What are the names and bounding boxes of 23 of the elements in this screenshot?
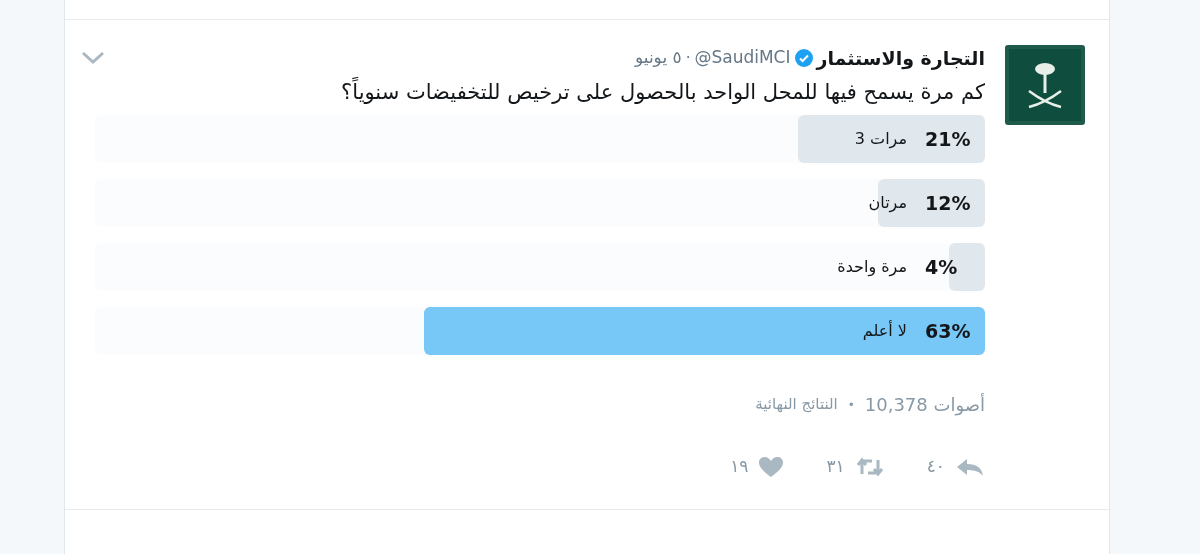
poll-percent: 21% [925, 126, 971, 152]
like-button[interactable]: ١٩ [730, 454, 785, 480]
separator-dot: · [685, 47, 691, 69]
poll-percent: 12% [925, 190, 971, 216]
poll-option-label: مرتان [868, 192, 907, 215]
reply-button[interactable]: ٤٠ [926, 454, 985, 480]
separator-dot: • [847, 396, 855, 414]
avatar-logo[interactable] [1005, 45, 1085, 125]
poll-option-label: مرة واحدة [837, 256, 907, 279]
retweet-icon [854, 456, 885, 477]
vote-count: أصوات 10,378 [864, 392, 985, 418]
poll-option-label: مرات 3 [854, 128, 907, 151]
poll-status: النتائج النهائية [755, 394, 838, 416]
reply-icon [955, 456, 985, 477]
author-name[interactable]: التجارة والاستثمار [816, 43, 985, 73]
tweet-text: كم مرة يسمح فيها للمحل الواحد بالحصول على ترخيص للتخفيضات سنوياً؟ [85, 77, 985, 107]
tweet-date[interactable]: ٥ يونيو [634, 45, 682, 71]
heart-icon [758, 455, 785, 478]
author-handle[interactable]: @SaudiMCI [694, 45, 791, 71]
poll-percent: 63% [925, 318, 971, 344]
poll-percent: 4% [925, 254, 959, 280]
retweet-button[interactable]: ٣١ [826, 454, 885, 480]
poll-option-label: لا أعلم [862, 319, 907, 342]
